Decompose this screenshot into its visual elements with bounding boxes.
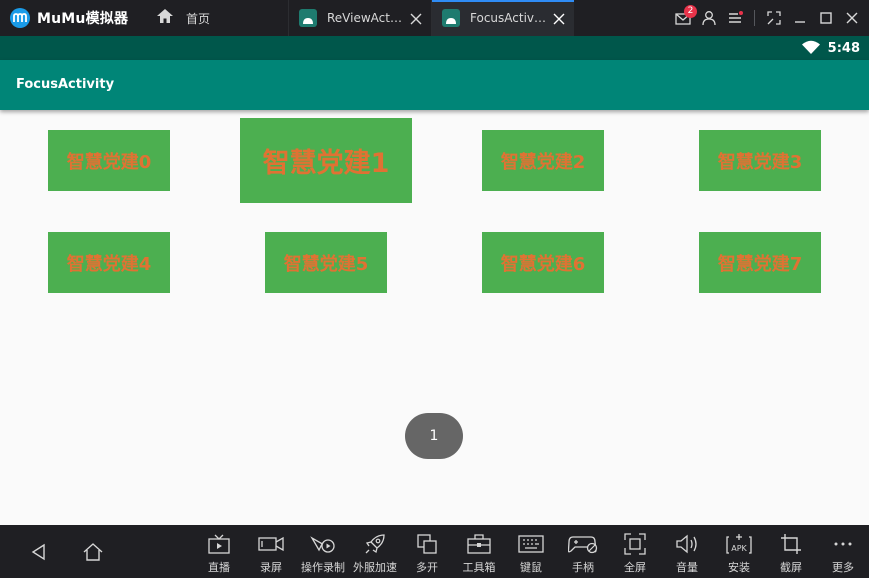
grid-item-focused[interactable]: 智慧党建1	[240, 118, 412, 203]
tab-home-label: 首页	[186, 11, 211, 26]
android-app-icon	[442, 9, 460, 27]
activity-content: 智慧党建0 智慧党建1 智慧党建2 智慧党建3 智慧党建4 智慧党建5 智慧党建…	[0, 110, 869, 525]
tab-label: FocusActivity	[470, 11, 548, 25]
tool-volume[interactable]: 音量	[661, 525, 713, 578]
gamepad-icon	[568, 533, 598, 555]
brand: MuMu模拟器	[0, 0, 148, 36]
maximize-icon[interactable]	[813, 0, 839, 36]
android-status-bar: 5:48	[0, 36, 869, 60]
grid-item[interactable]: 智慧党建4	[48, 232, 170, 293]
grid-item[interactable]: 智慧党建5	[265, 232, 387, 293]
tab-home[interactable]: 首页	[148, 0, 288, 36]
crop-screenshot-icon	[780, 533, 802, 555]
status-indicators: 5:48	[801, 36, 860, 60]
tool-label: 音量	[676, 561, 698, 574]
tab-reviewactivity[interactable]: ReViewActi…	[288, 0, 431, 36]
tool-gamepad[interactable]: 手柄	[557, 525, 609, 578]
minimize-icon[interactable]	[787, 0, 813, 36]
tool-toolbox[interactable]: 工具箱	[453, 525, 505, 578]
tool-label: 全屏	[624, 561, 646, 574]
app-name: MuMu模拟器	[37, 11, 129, 27]
tool-label: 安装	[728, 561, 750, 574]
tool-label: 工具箱	[462, 561, 496, 574]
mumu-logo-icon	[10, 8, 30, 28]
keyboard-icon	[518, 533, 544, 555]
menu-icon[interactable]	[722, 0, 748, 36]
emulator-title-bar: MuMu模拟器 首页 ReViewActi… FocusActivity 2	[0, 0, 869, 36]
tab-focusactivity[interactable]: FocusActivity	[431, 0, 574, 36]
tool-more[interactable]: 更多	[817, 525, 869, 578]
multi-instance-icon	[417, 533, 437, 555]
tool-label: 直播	[208, 561, 230, 574]
restore-window-icon[interactable]	[761, 0, 787, 36]
android-app-icon	[299, 9, 317, 27]
status-time: 5:48	[827, 40, 860, 56]
record-screen-icon	[258, 533, 284, 555]
wifi-icon	[801, 39, 820, 58]
close-tab-icon[interactable]	[552, 11, 566, 25]
page-title: FocusActivity	[16, 77, 115, 92]
tool-live[interactable]: 直播	[193, 525, 245, 578]
grid-item[interactable]: 智慧党建3	[699, 130, 821, 191]
home-icon	[156, 8, 174, 28]
tool-label: 录屏	[260, 561, 282, 574]
rocket-boost-icon	[364, 533, 386, 555]
tab-label: ReViewActi…	[327, 11, 405, 25]
more-icon	[832, 533, 854, 555]
toast-message: 1	[405, 413, 463, 459]
tool-boost[interactable]: 外服加速	[349, 525, 401, 578]
tool-multi-instance[interactable]: 多开	[401, 525, 453, 578]
toolbox-icon	[467, 533, 491, 555]
tool-label: 更多	[832, 561, 854, 574]
app-bar: FocusActivity	[0, 60, 869, 110]
tool-keyboard[interactable]: 键鼠	[505, 525, 557, 578]
live-tv-icon	[208, 533, 230, 555]
fullscreen-icon	[624, 533, 646, 555]
tool-install-apk[interactable]: APK 安装	[713, 525, 765, 578]
tool-record-screen[interactable]: 录屏	[245, 525, 297, 578]
macro-record-icon	[310, 533, 336, 555]
tool-label: 操作录制	[301, 561, 345, 574]
close-window-icon[interactable]	[839, 0, 865, 36]
window-actions: 2	[670, 0, 869, 36]
tool-label: 手柄	[572, 561, 594, 574]
back-icon[interactable]	[26, 539, 52, 565]
grid-item[interactable]: 智慧党建6	[482, 232, 604, 293]
tool-screenshot[interactable]: 截屏	[765, 525, 817, 578]
grid-item[interactable]: 智慧党建2	[482, 130, 604, 191]
mail-icon[interactable]: 2	[670, 0, 697, 36]
volume-icon	[675, 533, 699, 555]
tool-label: 键鼠	[520, 561, 542, 574]
tool-macro-record[interactable]: 操作录制	[297, 525, 349, 578]
home-nav-icon[interactable]	[80, 539, 106, 565]
tool-label: 多开	[416, 561, 438, 574]
close-tab-icon[interactable]	[409, 11, 423, 25]
svg-text:APK: APK	[731, 544, 747, 553]
divider	[754, 10, 755, 26]
tool-label: 截屏	[780, 561, 802, 574]
tool-label: 外服加速	[353, 561, 397, 574]
grid-item[interactable]: 智慧党建7	[699, 232, 821, 293]
grid-item[interactable]: 智慧党建0	[48, 130, 170, 191]
install-apk-icon: APK	[725, 533, 753, 555]
tool-fullscreen[interactable]: 全屏	[609, 525, 661, 578]
emulator-toolbar: 直播 录屏 操作录制 外服加速 多开 工具箱 键鼠 手柄 全屏 音量 APK 安…	[0, 525, 869, 578]
user-icon[interactable]	[696, 0, 722, 36]
